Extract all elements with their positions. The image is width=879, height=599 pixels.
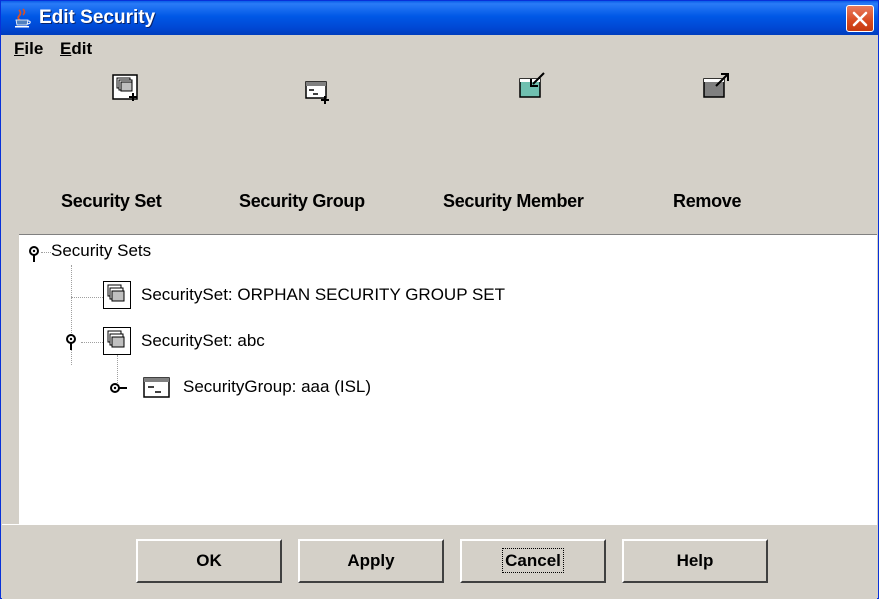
security-set-icon	[103, 327, 131, 355]
remove-icon	[703, 73, 729, 98]
security-group-add-icon	[305, 81, 329, 104]
window-title: Edit Security	[39, 7, 156, 28]
button-bar: OK Apply Cancel Help	[2, 524, 877, 599]
security-set-icon	[103, 281, 131, 309]
menu-file[interactable]: File	[14, 39, 43, 59]
tree-connector	[81, 342, 103, 343]
security-set-label: Security Set	[61, 191, 162, 211]
tree-connector	[71, 297, 103, 298]
cancel-button[interactable]: Cancel	[460, 539, 606, 583]
security-set-add-icon	[112, 74, 138, 101]
close-icon	[852, 11, 868, 27]
tree-connector	[41, 252, 51, 253]
expand-handle-icon[interactable]	[27, 245, 45, 263]
edit-security-dialog: Edit Security File Edit Security Set Sec…	[0, 0, 879, 599]
security-member-label: Security Member	[443, 191, 584, 211]
ok-button[interactable]: OK	[136, 539, 282, 583]
security-set-button[interactable]: Security Set	[51, 63, 221, 231]
close-button[interactable]	[846, 5, 874, 32]
security-group-label: Security Group	[239, 191, 365, 211]
security-member-button[interactable]: Security Member	[437, 63, 647, 231]
security-group-icon	[143, 377, 170, 398]
title-bar[interactable]: Edit Security	[1, 1, 878, 35]
collapse-handle-icon[interactable]	[109, 381, 129, 395]
java-cup-icon	[15, 8, 31, 28]
menu-bar: File Edit	[2, 35, 877, 63]
security-tree[interactable]: Security Sets SecuritySet: ORPHAN SECURI…	[19, 234, 877, 525]
tree-node-label[interactable]: SecuritySet: abc	[141, 331, 265, 351]
apply-button[interactable]: Apply	[298, 539, 444, 583]
security-group-button[interactable]: Security Group	[233, 63, 423, 231]
menu-edit[interactable]: Edit	[60, 39, 92, 59]
tree-node-label[interactable]: SecuritySet: ORPHAN SECURITY GROUP SET	[141, 285, 505, 305]
help-button-label: Help	[676, 551, 714, 570]
security-member-add-icon	[519, 72, 545, 98]
remove-button[interactable]: Remove	[657, 63, 827, 231]
remove-label: Remove	[673, 191, 742, 211]
help-button[interactable]: Help	[622, 539, 768, 583]
apply-button-label: Apply	[347, 551, 395, 570]
cancel-button-label: Cancel	[502, 548, 564, 573]
tree-root-label[interactable]: Security Sets	[51, 241, 151, 261]
ok-button-label: OK	[196, 551, 222, 570]
tree-node-label[interactable]: SecurityGroup: aaa (ISL)	[183, 377, 371, 397]
